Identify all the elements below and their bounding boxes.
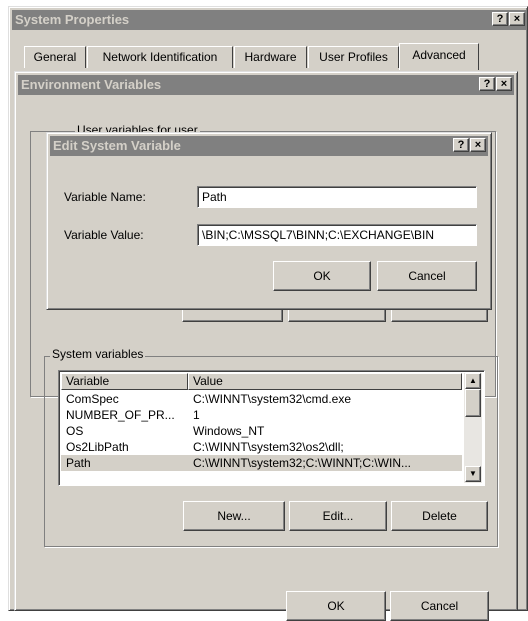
edit-system-variable-title: Edit System Variable <box>53 138 181 153</box>
cancel-button[interactable]: Cancel <box>390 591 489 621</box>
vertical-scrollbar[interactable]: ▲ ▼ <box>464 373 482 483</box>
system-variables-group-label: System variables <box>50 347 146 363</box>
table-row[interactable]: ComSpec C:\WINNT\system32\cmd.exe <box>61 391 462 407</box>
edit-cancel-button[interactable]: Cancel <box>377 261 477 291</box>
table-row[interactable]: OS Windows_NT <box>61 423 462 439</box>
system-properties-titlebar[interactable]: System Properties ? × <box>12 10 527 30</box>
variable-name-label: Variable Name: <box>64 190 146 204</box>
new-button[interactable]: New... <box>183 501 285 531</box>
tab-hardware[interactable]: Hardware <box>234 46 307 68</box>
environment-variables-title: Environment Variables <box>21 77 162 92</box>
edit-ok-button[interactable]: OK <box>273 261 371 291</box>
edit-system-variable-dialog: Edit System Variable ? × Variable Name: … <box>46 132 492 310</box>
scroll-thumb[interactable] <box>465 389 481 417</box>
delete-button[interactable]: Delete <box>391 501 488 531</box>
help-icon[interactable]: ? <box>479 77 495 91</box>
table-row[interactable]: Os2LibPath C:\WINNT\system32\os2\dll; <box>61 439 462 455</box>
ok-button[interactable]: OK <box>286 591 386 621</box>
edit-button[interactable]: Edit... <box>289 501 387 531</box>
system-variables-list[interactable]: Variable Value ComSpec C:\WINNT\system32… <box>58 370 485 486</box>
scroll-up-arrow-icon[interactable]: ▲ <box>465 373 481 389</box>
close-icon[interactable]: × <box>470 138 486 152</box>
scroll-down-arrow-icon[interactable]: ▼ <box>465 466 481 482</box>
close-icon[interactable]: × <box>496 77 512 91</box>
edit-system-variable-titlebar[interactable]: Edit System Variable ? × <box>50 136 488 156</box>
tab-network-identification[interactable]: Network Identification <box>87 46 233 68</box>
variable-name-field[interactable]: Path <box>197 186 477 208</box>
close-icon[interactable]: × <box>509 12 525 26</box>
column-header-value[interactable]: Value <box>188 373 462 390</box>
column-header-variable[interactable]: Variable <box>61 373 188 390</box>
tab-user-profiles[interactable]: User Profiles <box>308 46 399 68</box>
tab-general[interactable]: General <box>24 46 86 68</box>
table-row[interactable]: NUMBER_OF_PR... 1 <box>61 407 462 423</box>
variable-value-label: Variable Value: <box>64 228 144 242</box>
system-properties-title: System Properties <box>15 12 130 27</box>
help-icon[interactable]: ? <box>453 138 469 152</box>
help-icon[interactable]: ? <box>492 12 508 26</box>
variable-value-field[interactable]: \BIN;C:\MSSQL7\BINN;C:\EXCHANGE\BIN <box>197 224 477 246</box>
environment-variables-titlebar[interactable]: Environment Variables ? × <box>18 75 514 95</box>
table-row-selected[interactable]: Path C:\WINNT\system32;C:\WINNT;C:\WIN..… <box>61 455 462 471</box>
tab-advanced[interactable]: Advanced <box>399 43 479 70</box>
